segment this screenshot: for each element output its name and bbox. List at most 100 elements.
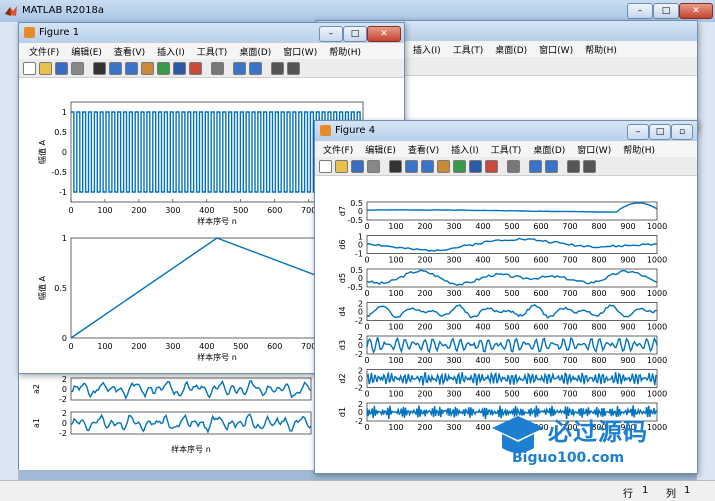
colorbar-icon[interactable]	[233, 62, 246, 75]
status-row-label: 行	[623, 489, 633, 500]
back-ylabel-a1: a1	[32, 418, 41, 428]
link-icon[interactable]	[507, 160, 520, 173]
figure4-xtick: 100	[388, 423, 403, 432]
open-icon[interactable]	[39, 62, 52, 75]
figure4-maximize-button[interactable]: □	[649, 124, 671, 140]
figure1-plot2-ylabel: 幅值 A	[37, 275, 47, 300]
figure4-menu-item-2[interactable]: 查看(V)	[402, 141, 445, 156]
figure1-plot1-xtick: 600	[267, 206, 282, 215]
pan-icon[interactable]	[437, 160, 450, 173]
print-icon[interactable]	[367, 160, 380, 173]
back-xlabel: 样本序号 n	[171, 444, 211, 454]
figure4-xtick: 400	[475, 390, 490, 399]
zoom-out-icon[interactable]	[421, 160, 434, 173]
status-col-value: 1	[684, 485, 691, 496]
figure4-menu-item-3[interactable]: 插入(I)	[445, 141, 485, 156]
figure4-xtick: 600	[533, 356, 548, 365]
figure1-plot1-xtick: 200	[131, 206, 146, 215]
figure4-dock-button[interactable]: ▫	[671, 124, 693, 140]
new-icon[interactable]	[23, 62, 36, 75]
figure4-xtick: 800	[591, 390, 606, 399]
back-ylabel-a2: a2	[32, 384, 41, 394]
figure-back-menu-item-3[interactable]: 窗口(W)	[533, 41, 579, 56]
figure4-xtick: 100	[388, 222, 403, 231]
figure1-menu-item-4[interactable]: 工具(T)	[191, 43, 234, 58]
figure4-minimize-button[interactable]: –	[627, 124, 649, 140]
figure4-menu-item-1[interactable]: 编辑(E)	[359, 141, 402, 156]
figure4-xtick: 800	[591, 256, 606, 265]
minimize-button[interactable]: –	[627, 3, 653, 19]
figure1-menu-item-1[interactable]: 编辑(E)	[65, 43, 108, 58]
zoom-in-icon[interactable]	[109, 62, 122, 75]
figure4-menu-item-0[interactable]: 文件(F)	[317, 141, 359, 156]
brush-icon[interactable]	[189, 62, 202, 75]
open-icon[interactable]	[335, 160, 348, 173]
figure1-title: Figure 1	[39, 27, 80, 38]
figure4-xtick: 0	[364, 390, 369, 399]
minimize-icon: –	[635, 127, 641, 137]
figure1-menu-item-7[interactable]: 帮助(H)	[323, 43, 367, 58]
save-icon[interactable]	[55, 62, 68, 75]
maximize-button[interactable]: □	[653, 3, 679, 19]
figure4-menu-item-7[interactable]: 帮助(H)	[617, 141, 661, 156]
pointer-icon[interactable]	[93, 62, 106, 75]
figure4-title: Figure 4	[335, 125, 376, 136]
print-icon[interactable]	[71, 62, 84, 75]
figure4-ylabel-d6: d6	[338, 239, 347, 249]
figure-icon	[24, 27, 35, 38]
figure4-xtick: 600	[533, 222, 548, 231]
figure4-menu-item-6[interactable]: 窗口(W)	[571, 141, 617, 156]
hide-tools-icon[interactable]	[567, 160, 580, 173]
zoom-out-icon[interactable]	[125, 62, 138, 75]
figure4-ytick: 0	[358, 308, 363, 317]
figure4-menu-item-4[interactable]: 工具(T)	[485, 141, 528, 156]
figure4-xtick: 0	[364, 222, 369, 231]
hide-tools-icon[interactable]	[271, 62, 284, 75]
save-icon[interactable]	[351, 160, 364, 173]
rotate-icon[interactable]	[453, 160, 466, 173]
pan-icon[interactable]	[141, 62, 154, 75]
figure1-minimize-button[interactable]: –	[319, 26, 343, 42]
figure-back-menu-item-0[interactable]: 插入(I)	[407, 41, 447, 56]
figure4-xtick: 200	[417, 423, 432, 432]
figure1-menu-item-3[interactable]: 插入(I)	[151, 43, 191, 58]
legend-icon[interactable]	[545, 160, 558, 173]
figure-back-menu-item-4[interactable]: 帮助(H)	[579, 41, 623, 56]
data-cursor-icon[interactable]	[469, 160, 482, 173]
watermark-logo: 必过源码 Biguo100.com	[490, 412, 690, 472]
figure1-maximize-button[interactable]: □	[343, 26, 367, 42]
figure4-ytick: -2	[355, 384, 363, 393]
figure4-ylabel-d4: d4	[338, 306, 347, 316]
figure1-menu-item-0[interactable]: 文件(F)	[23, 43, 65, 58]
figure1-plot1-ytick: 0	[62, 148, 67, 157]
figure4-xtick: 600	[533, 390, 548, 399]
figure1-menu-item-5[interactable]: 桌面(D)	[233, 43, 277, 58]
back-axes-a1: a1 20-2	[32, 409, 312, 438]
close-button[interactable]: ✕	[679, 3, 713, 19]
figure1-close-button[interactable]: ✕	[367, 26, 401, 42]
figure1-menu-item-2[interactable]: 查看(V)	[108, 43, 151, 58]
colorbar-icon[interactable]	[529, 160, 542, 173]
figure4-titlebar: Figure 4 – □ ▫	[315, 121, 697, 141]
pointer-icon[interactable]	[389, 160, 402, 173]
link-icon[interactable]	[211, 62, 224, 75]
figure4-menu-item-5[interactable]: 桌面(D)	[527, 141, 571, 156]
data-cursor-icon[interactable]	[173, 62, 186, 75]
figure4-xtick: 400	[475, 222, 490, 231]
dock-icon: ▫	[678, 127, 686, 137]
figure-back-menu-item-1[interactable]: 工具(T)	[447, 41, 490, 56]
dock-icon[interactable]	[583, 160, 596, 173]
figure-back-menu-item-2[interactable]: 桌面(D)	[489, 41, 533, 56]
rotate-icon[interactable]	[157, 62, 170, 75]
figure1-plot2-xlabel: 样本序号 n	[197, 352, 237, 362]
brush-icon[interactable]	[485, 160, 498, 173]
figure4-xtick: 300	[446, 256, 461, 265]
figure1-menu-item-6[interactable]: 窗口(W)	[277, 43, 323, 58]
figure4-xtick: 0	[364, 356, 369, 365]
dock-icon[interactable]	[287, 62, 300, 75]
back-figure-lower-plots: a220-2a120-2样本序号 n	[32, 375, 312, 454]
figure4-xtick: 900	[620, 323, 635, 332]
new-icon[interactable]	[319, 160, 332, 173]
zoom-in-icon[interactable]	[405, 160, 418, 173]
legend-icon[interactable]	[249, 62, 262, 75]
